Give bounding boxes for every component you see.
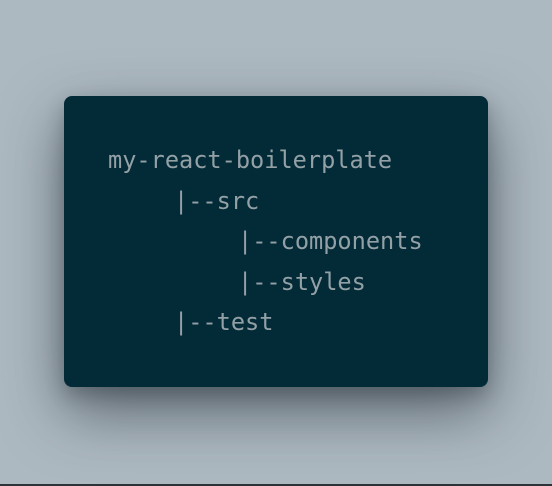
tree-line-styles: |--styles bbox=[238, 267, 366, 296]
code-card: my-react-boilerplate |--src |--component… bbox=[64, 96, 488, 387]
tree-line-src: |--src bbox=[174, 186, 260, 215]
tree-root-line: my-react-boilerplate bbox=[108, 146, 393, 174]
tree-line-test: |--test bbox=[174, 308, 274, 336]
tree-line-components: |--components bbox=[238, 227, 423, 255]
directory-tree: my-react-boilerplate |--src |--component… bbox=[108, 140, 423, 343]
